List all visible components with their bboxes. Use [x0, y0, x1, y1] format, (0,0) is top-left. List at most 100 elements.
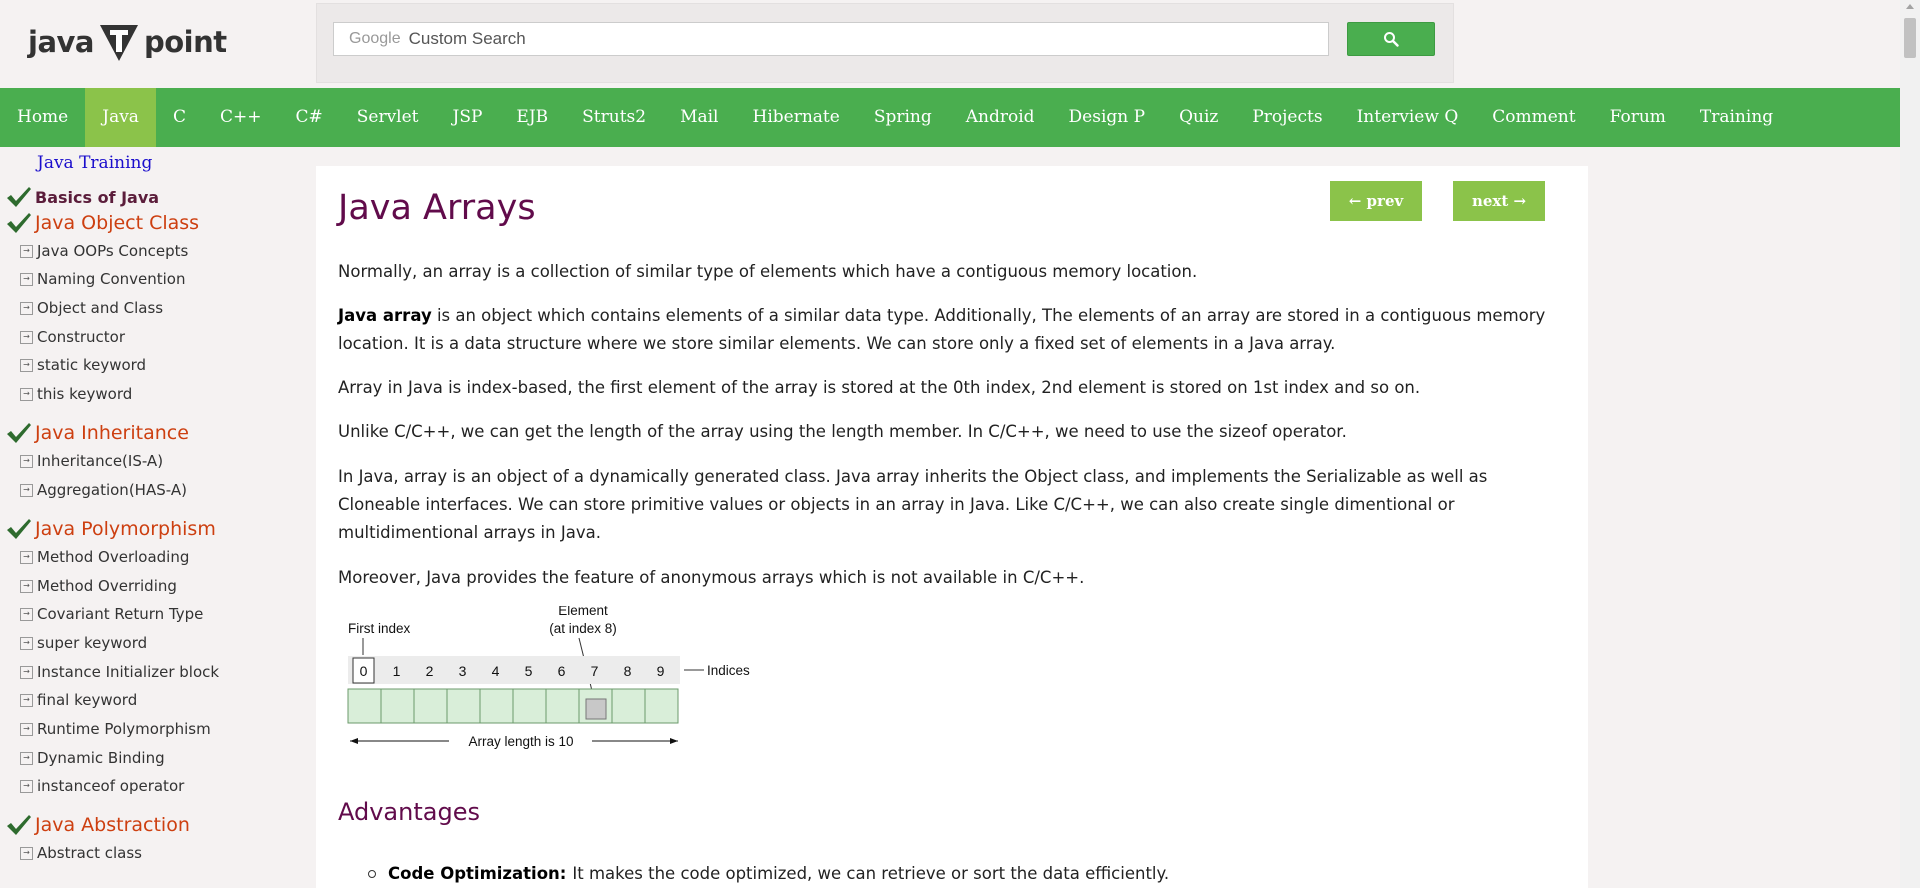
- nav-item-training[interactable]: Training: [1683, 88, 1790, 147]
- header: java point Google: [0, 0, 1900, 88]
- nav-item-android[interactable]: Android: [949, 88, 1052, 147]
- nav-item-jsp[interactable]: JSP: [436, 88, 500, 147]
- index-label: 4: [492, 663, 500, 679]
- index-label: 7: [591, 663, 599, 679]
- sidebar-item[interactable]: → Constructor: [0, 328, 125, 346]
- nav-item-java[interactable]: Java: [85, 88, 156, 147]
- sidebar-java-training-link[interactable]: Java Training: [37, 153, 152, 173]
- index-paragraph: Array in Java is index-based, the first …: [338, 378, 1421, 397]
- search-input[interactable]: [406, 28, 1211, 50]
- sidebar-item-label: Constructor: [37, 328, 126, 346]
- bullet-icon: [368, 869, 376, 878]
- sidebar-item[interactable]: → Method Overloading: [0, 548, 189, 566]
- nav-item-quiz[interactable]: Quiz: [1162, 88, 1235, 147]
- bullet-bold: Code Optimization:: [388, 864, 567, 883]
- arrow-box-icon: →: [20, 244, 33, 258]
- sidebar-item-label: super keyword: [37, 634, 148, 652]
- array-cell: [644, 688, 679, 724]
- sidebar-item[interactable]: → super keyword: [0, 634, 147, 652]
- search-container: Google: [316, 3, 1454, 83]
- checkmark-icon: [7, 423, 31, 443]
- arrow-box-icon: →: [20, 579, 33, 593]
- page-scrollbar[interactable]: [1900, 0, 1920, 888]
- search-icon: [1384, 32, 1399, 47]
- nav-item-csharp[interactable]: C#: [278, 88, 339, 147]
- sidebar-item[interactable]: → Method Overriding: [0, 577, 177, 595]
- array-diagram: First index Element (at index 8) 0 1 2 3 4 5 6…: [338, 603, 778, 756]
- sidebar-item[interactable]: → Aggregation(HAS-A): [0, 481, 187, 499]
- array-cell: [380, 688, 415, 724]
- index-label: 9: [657, 663, 665, 679]
- sidebar-item[interactable]: → final keyword: [0, 691, 137, 709]
- next-button[interactable]: next →: [1453, 181, 1545, 221]
- nav-item-struts2[interactable]: Struts2: [565, 88, 663, 147]
- search-field[interactable]: Google: [333, 22, 1329, 56]
- arrow-box-icon: →: [20, 272, 33, 286]
- sidebar-section-object-class[interactable]: Java Object Class: [0, 212, 199, 234]
- sidebar-section-label: Basics of Java: [35, 187, 160, 207]
- sidebar-item[interactable]: → static keyword: [0, 356, 146, 374]
- sidebar-item[interactable]: → this keyword: [0, 385, 132, 403]
- array-cell: [479, 688, 514, 724]
- sidebar-item[interactable]: → Abstract class: [0, 844, 142, 862]
- nav-item-ejb[interactable]: EJB: [499, 88, 565, 147]
- sidebar-item-label: Method Overriding: [37, 577, 177, 595]
- scrollbar-thumb[interactable]: [1904, 18, 1916, 58]
- sidebar-item[interactable]: → Naming Convention: [0, 270, 186, 288]
- index-label: 3: [459, 663, 467, 679]
- sidebar-item[interactable]: → Runtime Polymorphism: [0, 720, 211, 738]
- logo-text-right: point: [143, 25, 227, 59]
- first-index-label: First index: [348, 621, 411, 636]
- sidebar-item-label: Naming Convention: [37, 270, 186, 288]
- sidebar-item[interactable]: → Inheritance(IS-A): [0, 452, 163, 470]
- arrow-box-icon: →: [20, 722, 33, 736]
- sidebar-item[interactable]: → Instance Initializer block: [0, 663, 219, 681]
- sidebar-item[interactable]: → Object and Class: [0, 299, 163, 317]
- nav-item-servlet[interactable]: Servlet: [340, 88, 436, 147]
- nav-item-forum[interactable]: Forum: [1593, 88, 1683, 147]
- index-label: 1: [393, 663, 401, 679]
- nav-item-projects[interactable]: Projects: [1235, 88, 1339, 147]
- prev-button[interactable]: ← prev: [1330, 181, 1422, 221]
- sidebar-section-abstraction[interactable]: Java Abstraction: [0, 814, 190, 836]
- array-cell: [545, 688, 580, 724]
- checkmark-icon: [7, 213, 31, 233]
- index-label: 5: [525, 663, 533, 679]
- nav-item-spring[interactable]: Spring: [857, 88, 949, 147]
- sidebar-item-label: final keyword: [37, 691, 138, 709]
- sidebar-item-label: instanceof operator: [37, 777, 185, 795]
- sidebar-item-label: Runtime Polymorphism: [37, 720, 211, 738]
- nav-item-comment[interactable]: Comment: [1475, 88, 1592, 147]
- sidebar-basics-of-java[interactable]: Basics of Java: [0, 186, 159, 208]
- sidebar-section-label: Java Inheritance: [35, 422, 189, 444]
- index-label: 2: [426, 663, 434, 679]
- array-cell: [446, 688, 481, 724]
- nav-item-design-p[interactable]: Design P: [1052, 88, 1163, 147]
- search-button[interactable]: [1347, 22, 1435, 56]
- scroll-up-arrow-icon[interactable]: [1906, 4, 1914, 9]
- sidebar-section-polymorphism[interactable]: Java Polymorphism: [0, 518, 216, 540]
- sidebar-section-inheritance[interactable]: Java Inheritance: [0, 422, 189, 444]
- checkmark-icon: [7, 815, 31, 835]
- nav-item-interview-q[interactable]: Interview Q: [1340, 88, 1476, 147]
- sidebar-item[interactable]: → Covariant Return Type: [0, 605, 203, 623]
- sidebar-item-label: Method Overloading: [37, 548, 190, 566]
- nav-item-hibernate[interactable]: Hibernate: [736, 88, 857, 147]
- nav-item-home[interactable]: Home: [0, 88, 85, 147]
- index-label: 8: [624, 663, 632, 679]
- sidebar-item-label: Abstract class: [37, 844, 142, 862]
- page-title: Java Arrays: [338, 188, 536, 228]
- nav-item-c[interactable]: C: [156, 88, 203, 147]
- nav-item-cpp[interactable]: C++: [203, 88, 279, 147]
- java-array-bold: Java array: [338, 306, 432, 325]
- bullet-text: It makes the code optimized, we can retr…: [572, 864, 1170, 883]
- sidebar-item[interactable]: → Dynamic Binding: [0, 749, 165, 767]
- nav-item-mail[interactable]: Mail: [663, 88, 735, 147]
- site-logo[interactable]: java point: [28, 20, 227, 64]
- sidebar-item[interactable]: → Java OOPs Concepts: [0, 242, 188, 260]
- logo-text-left: java: [28, 25, 94, 59]
- arrow-box-icon: →: [20, 665, 33, 679]
- sidebar: Java Training Basics of Java Java Object …: [0, 147, 300, 888]
- sidebar-item[interactable]: → instanceof operator: [0, 777, 184, 795]
- anonymous-paragraph: Moreover, Java provides the feature of a…: [338, 568, 1085, 587]
